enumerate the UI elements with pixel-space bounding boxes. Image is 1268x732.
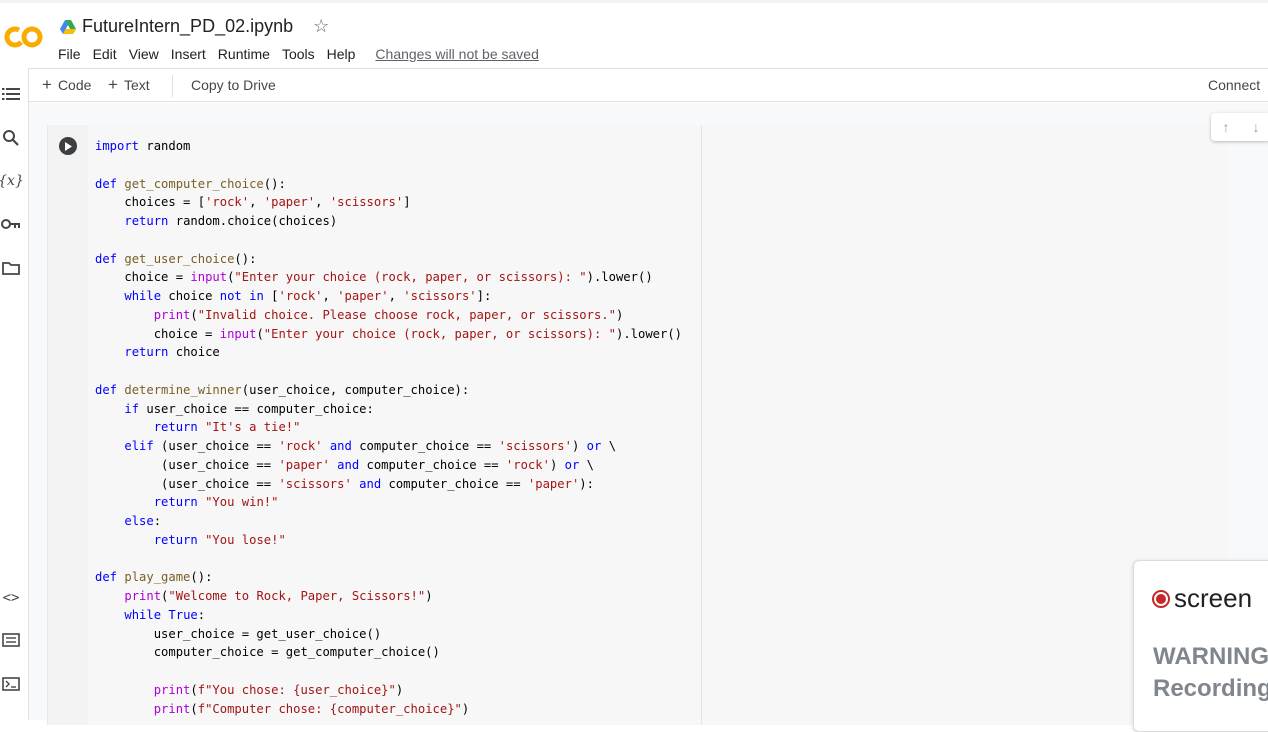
terminal-icon[interactable]	[0, 674, 22, 694]
notebook-area: import random def get_computer_choice():…	[29, 103, 1268, 725]
code-editor[interactable]: import random def get_computer_choice():…	[89, 125, 702, 725]
menu-tools[interactable]: Tools	[282, 46, 321, 62]
copy-to-drive-label: Copy to Drive	[191, 77, 276, 93]
top-bar: FutureIntern_PD_02.ipynb ☆ File Edit Vie…	[0, 0, 1268, 66]
notebook-title[interactable]: FutureIntern_PD_02.ipynb	[82, 16, 293, 37]
menu-bar: File Edit View Insert Runtime Tools Help…	[58, 46, 551, 62]
add-text-button[interactable]: + Text	[108, 75, 150, 94]
menu-view[interactable]: View	[129, 46, 165, 62]
menu-runtime[interactable]: Runtime	[218, 46, 276, 62]
run-cell-button[interactable]	[59, 137, 77, 155]
left-sidebar: {x} <>	[0, 68, 29, 720]
move-cell-down-icon[interactable]: ↓	[1253, 119, 1260, 135]
cell-gutter	[48, 125, 88, 725]
add-code-button[interactable]: + Code	[42, 75, 92, 94]
warning-title: WARNING	[1153, 643, 1268, 670]
toolbar-divider	[172, 75, 173, 97]
record-icon	[1152, 589, 1170, 608]
code-cell[interactable]: import random def get_computer_choice():…	[47, 125, 1228, 725]
files-folder-icon[interactable]	[0, 258, 22, 278]
screen-recorder-panel: screen WARNING Recording	[1133, 560, 1268, 732]
connect-button[interactable]: Connect	[1208, 77, 1260, 93]
copy-to-drive-button[interactable]: Copy to Drive	[191, 77, 276, 93]
variables-icon[interactable]: {x}	[0, 171, 24, 191]
menu-help[interactable]: Help	[327, 46, 362, 62]
notebook-toolbar: + Code + Text Copy to Drive	[28, 68, 1268, 102]
cell-toolbar: ↑ ↓	[1211, 113, 1268, 141]
move-cell-up-icon[interactable]: ↑	[1223, 119, 1230, 135]
play-icon	[65, 141, 72, 151]
code-snippets-icon[interactable]: <>	[0, 588, 22, 608]
table-of-contents-icon[interactable]	[0, 84, 22, 104]
google-drive-icon	[60, 19, 76, 34]
menu-file[interactable]: File	[58, 46, 87, 62]
plus-icon: +	[108, 75, 118, 94]
recording-warning: WARNING Recording	[1153, 641, 1268, 705]
secrets-key-icon[interactable]	[0, 214, 22, 234]
code-text: import random def get_computer_choice():…	[95, 139, 683, 716]
add-code-label: Code	[57, 77, 92, 93]
warning-subtitle: Recording	[1153, 675, 1268, 702]
add-text-label: Text	[123, 77, 150, 93]
star-icon[interactable]: ☆	[313, 16, 329, 37]
plus-icon: +	[42, 75, 52, 94]
colab-logo[interactable]	[4, 23, 44, 51]
menu-edit[interactable]: Edit	[93, 46, 123, 62]
unsaved-changes-link[interactable]: Changes will not be saved	[375, 46, 544, 62]
search-icon[interactable]	[0, 128, 22, 148]
menu-insert[interactable]: Insert	[171, 46, 212, 62]
recorder-brand-text: screen	[1174, 583, 1253, 613]
file-title: FutureIntern_PD_02.ipynb ☆	[60, 16, 329, 37]
command-palette-icon[interactable]	[0, 630, 22, 650]
recorder-brand: screen	[1152, 583, 1252, 614]
